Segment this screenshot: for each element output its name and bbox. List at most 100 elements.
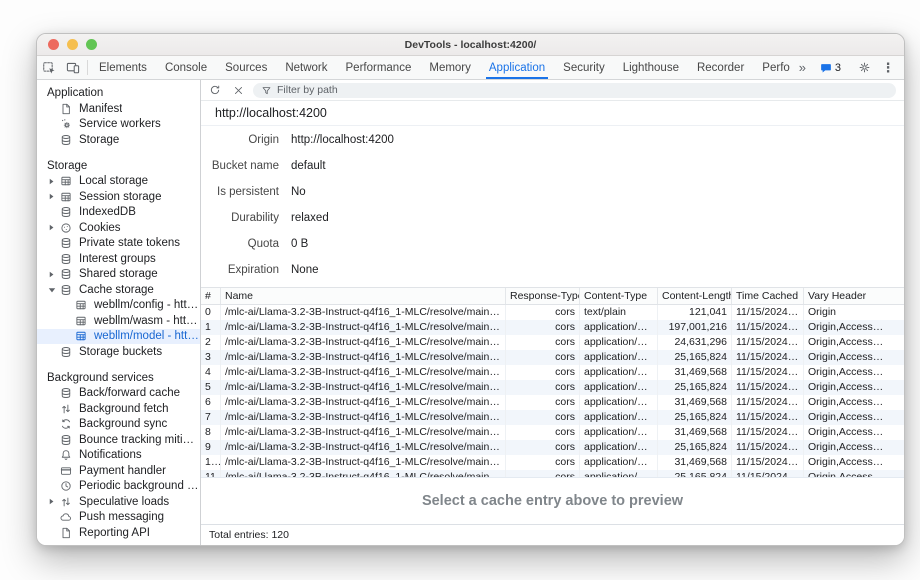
device-toolbar-icon[interactable]: [61, 56, 85, 79]
inspect-element-icon[interactable]: [37, 56, 61, 79]
table-row[interactable]: 2/mlc-ai/Llama-3.2-3B-Instruct-q4f16_1-M…: [201, 335, 904, 350]
tab-application[interactable]: Application: [480, 56, 554, 79]
sidebar-item-background-fetch[interactable]: Background fetch: [37, 401, 200, 417]
expander-right-icon[interactable]: [45, 271, 58, 278]
tab-label: Performance: [346, 62, 412, 74]
filter-input[interactable]: [277, 84, 888, 96]
minimize-window-button[interactable]: [67, 39, 78, 50]
cell-name: /mlc-ai/Llama-3.2-3B-Instruct-q4f16_1-ML…: [221, 440, 506, 455]
cache-entries-table: #NameResponse-TypeContent-TypeContent-Le…: [201, 287, 904, 477]
column-header-content-type[interactable]: Content-Type: [580, 288, 658, 304]
table-row[interactable]: 0/mlc-ai/Llama-3.2-3B-Instruct-q4f16_1-M…: [201, 305, 904, 320]
cell-response-type: cors: [506, 350, 580, 365]
sidebar-item-cache-storage[interactable]: Cache storage: [37, 282, 200, 298]
table-row[interactable]: 4/mlc-ai/Llama-3.2-3B-Instruct-q4f16_1-M…: [201, 365, 904, 380]
sidebar-item-interest-groups[interactable]: Interest groups: [37, 251, 200, 267]
refresh-icon[interactable]: [207, 84, 223, 96]
sidebar-item-bounce-tracking-mitigations[interactable]: Bounce tracking mitigations: [37, 432, 200, 448]
sidebar-item-webllm-config-http-loc[interactable]: webllm/config - http://loc…: [37, 298, 200, 314]
table-row[interactable]: 1/mlc-ai/Llama-3.2-3B-Instruct-q4f16_1-M…: [201, 320, 904, 335]
console-messages-button[interactable]: 3: [814, 62, 847, 74]
settings-gear-icon[interactable]: [852, 61, 876, 74]
worker-icon: [58, 118, 73, 130]
table-row[interactable]: 11/mlc-ai/Llama-3.2-3B-Instruct-q4f16_1-…: [201, 470, 904, 477]
sidebar-item-manifest[interactable]: Manifest: [37, 101, 200, 117]
sidebar-item-local-storage[interactable]: Local storage: [37, 174, 200, 190]
tab-lighthouse[interactable]: Lighthouse: [614, 56, 688, 79]
tabbar-divider: [87, 60, 88, 75]
fullscreen-window-button[interactable]: [86, 39, 97, 50]
tab-network[interactable]: Network: [276, 56, 336, 79]
table-row[interactable]: 6/mlc-ai/Llama-3.2-3B-Instruct-q4f16_1-M…: [201, 395, 904, 410]
expander-right-icon[interactable]: [45, 178, 58, 185]
tab-performance-insights[interactable]: Performance insights: [753, 56, 790, 79]
sidebar-item-background-sync[interactable]: Background sync: [37, 417, 200, 433]
metadata-label: Expiration: [201, 264, 279, 276]
sidebar-item-session-storage[interactable]: Session storage: [37, 189, 200, 205]
tab-recorder[interactable]: Recorder: [688, 56, 753, 79]
delete-selected-icon[interactable]: [230, 85, 246, 96]
column-header-name[interactable]: Name: [221, 288, 506, 304]
tab-elements[interactable]: Elements: [90, 56, 156, 79]
cell-name: /mlc-ai/Llama-3.2-3B-Instruct-q4f16_1-ML…: [221, 455, 506, 470]
cell-: 11: [201, 470, 221, 477]
table-row[interactable]: 9/mlc-ai/Llama-3.2-3B-Instruct-q4f16_1-M…: [201, 440, 904, 455]
cell-time-cached: 11/15/2024, 10…: [732, 455, 804, 470]
cell-time-cached: 11/15/2024, 10…: [732, 305, 804, 320]
column-header-time-cached[interactable]: Time Cached: [732, 288, 804, 304]
sidebar-item-shared-storage[interactable]: Shared storage: [37, 267, 200, 283]
tab-performance[interactable]: Performance: [337, 56, 421, 79]
table-header-row: #NameResponse-TypeContent-TypeContent-Le…: [201, 288, 904, 305]
table-row[interactable]: 3/mlc-ai/Llama-3.2-3B-Instruct-q4f16_1-M…: [201, 350, 904, 365]
sidebar-item-storage-buckets[interactable]: Storage buckets: [37, 344, 200, 360]
column-header-content-length[interactable]: Content-Length: [658, 288, 732, 304]
expander-right-icon[interactable]: [45, 224, 58, 231]
tab-console[interactable]: Console: [156, 56, 216, 79]
tab-memory[interactable]: Memory: [420, 56, 480, 79]
table-row[interactable]: 5/mlc-ai/Llama-3.2-3B-Instruct-q4f16_1-M…: [201, 380, 904, 395]
sidebar-item-indexeddb[interactable]: IndexedDB: [37, 205, 200, 221]
column-header-vary-header[interactable]: Vary Header: [804, 288, 904, 304]
sidebar-item-private-state-tokens[interactable]: Private state tokens: [37, 236, 200, 252]
cell-content-length: 31,469,568: [658, 425, 732, 440]
metadata-row-expiration: ExpirationNone: [201, 257, 904, 283]
expander-right-icon[interactable]: [45, 193, 58, 200]
tab-security[interactable]: Security: [554, 56, 614, 79]
sidebar-item-speculative-loads[interactable]: Speculative loads: [37, 494, 200, 510]
cell-time-cached: 11/15/2024, 10…: [732, 365, 804, 380]
sidebar-item-label: Storage buckets: [79, 346, 162, 358]
metadata-value: default: [291, 160, 326, 172]
close-window-button[interactable]: [48, 39, 59, 50]
sidebar-item-back-forward-cache[interactable]: Back/forward cache: [37, 386, 200, 402]
more-options-icon[interactable]: ⋮: [876, 60, 900, 76]
sidebar-item-notifications[interactable]: Notifications: [37, 448, 200, 464]
cell-content-type: application/oc…: [580, 365, 658, 380]
sidebar-item-label: webllm/config - http://loc…: [94, 299, 200, 311]
table-row[interactable]: 10/mlc-ai/Llama-3.2-3B-Instruct-q4f16_1-…: [201, 455, 904, 470]
filter-box[interactable]: [253, 83, 896, 98]
cell-vary-header: Origin,Access…: [804, 410, 904, 425]
expander-down-icon[interactable]: [45, 286, 58, 294]
sidebar-item-cookies[interactable]: Cookies: [37, 220, 200, 236]
sidebar-item-webllm-wasm-http-loca[interactable]: webllm/wasm - http://loca…: [37, 313, 200, 329]
more-tabs-icon[interactable]: »: [790, 60, 814, 75]
sidebar-item-storage[interactable]: Storage: [37, 132, 200, 148]
cell-content-length: 25,165,824: [658, 410, 732, 425]
sidebar-item-label: Cookies: [79, 222, 121, 234]
column-header-response-type[interactable]: Response-Type: [506, 288, 580, 304]
sidebar-item-reporting-api[interactable]: Reporting API: [37, 525, 200, 541]
sidebar-item-periodic-background-sync[interactable]: Periodic background sync: [37, 479, 200, 495]
sidebar-item-label: Background fetch: [79, 403, 169, 415]
table-row[interactable]: 8/mlc-ai/Llama-3.2-3B-Instruct-q4f16_1-M…: [201, 425, 904, 440]
sidebar-item-webllm-model-http-loc[interactable]: webllm/model - http://loc…: [37, 329, 200, 345]
sidebar-item-payment-handler[interactable]: Payment handler: [37, 463, 200, 479]
tab-sources[interactable]: Sources: [216, 56, 276, 79]
cell-content-length: 25,165,824: [658, 350, 732, 365]
cell-time-cached: 11/15/2024, 10…: [732, 440, 804, 455]
table-row[interactable]: 7/mlc-ai/Llama-3.2-3B-Instruct-q4f16_1-M…: [201, 410, 904, 425]
cell-name: /mlc-ai/Llama-3.2-3B-Instruct-q4f16_1-ML…: [221, 410, 506, 425]
column-header-[interactable]: #: [201, 288, 221, 304]
sidebar-item-service-workers[interactable]: Service workers: [37, 117, 200, 133]
sidebar-item-push-messaging[interactable]: Push messaging: [37, 510, 200, 526]
expander-right-icon[interactable]: [45, 498, 58, 505]
